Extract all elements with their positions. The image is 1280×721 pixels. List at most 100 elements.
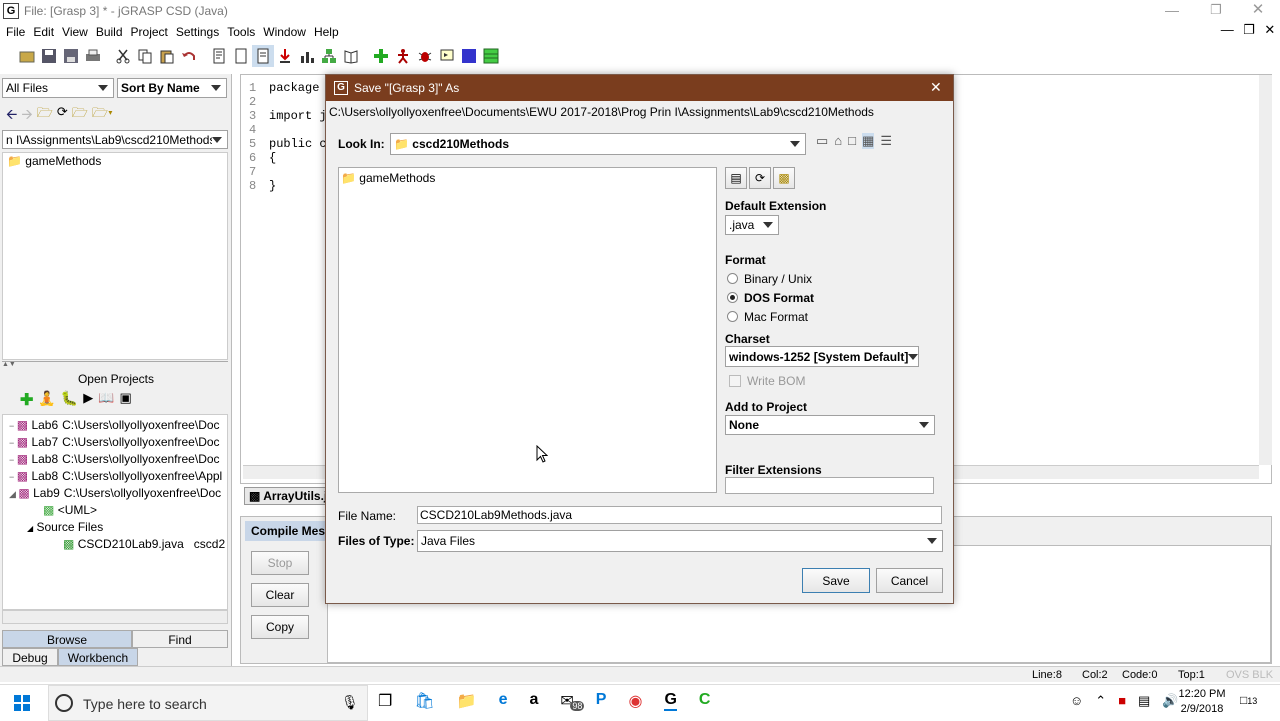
project-item[interactable]: − ▩ Lab6 C:\Users\ollyollyoxenfree\Doc — [3, 417, 227, 434]
clear-button[interactable]: Clear — [251, 583, 309, 607]
format-radio[interactable]: Mac Format — [727, 307, 814, 326]
file-list-item[interactable]: 📁 gameMethods — [341, 170, 716, 187]
remove-csd-icon[interactable] — [230, 45, 252, 67]
file-name-input[interactable] — [417, 506, 942, 524]
debug-project-icon[interactable]: 🐛 — [61, 390, 78, 410]
uml-icon[interactable] — [318, 45, 340, 67]
details-view-icon[interactable]: ☰ — [880, 133, 892, 149]
fold-icon[interactable] — [274, 45, 296, 67]
tab-browse[interactable]: Browse — [2, 630, 132, 648]
default-extension-select[interactable]: .java — [725, 215, 779, 235]
menu-item[interactable]: Tools — [223, 22, 259, 42]
dialog-close-icon[interactable]: ✕ — [930, 79, 942, 96]
tab-debug[interactable]: Debug — [2, 648, 58, 666]
menu-item[interactable]: Window — [259, 22, 310, 42]
charset-select[interactable]: windows-1252 [System Default] — [725, 346, 919, 367]
menu-item[interactable]: View — [58, 22, 92, 42]
code-text[interactable]: } — [269, 179, 276, 193]
inner-minimize-icon[interactable]: — — [1221, 22, 1234, 42]
inner-restore-icon[interactable]: ❐ — [1243, 22, 1255, 42]
paste-icon[interactable] — [156, 45, 178, 67]
folder-menu-icon[interactable]: 🗁▾ — [92, 104, 113, 128]
amazon-icon[interactable]: a — [529, 691, 538, 711]
restore-icon[interactable]: ❐ — [1204, 2, 1228, 20]
look-in-select[interactable]: 📁 cscd210Methods — [390, 133, 806, 155]
project-hscroll[interactable] — [2, 610, 228, 624]
file-filter-select[interactable]: All Files — [2, 78, 114, 98]
file-explorer-icon[interactable]: 📁 — [457, 691, 477, 711]
tab-compile-messages[interactable]: Compile Mess — [245, 521, 329, 541]
interactions-icon[interactable] — [436, 45, 458, 67]
tray-chevron-icon[interactable]: ⌃ — [1095, 693, 1106, 709]
minimize-icon[interactable]: — — [1160, 2, 1184, 20]
project-item[interactable]: − ▩ Lab7 C:\Users\ollyollyoxenfree\Doc — [3, 434, 227, 451]
canvas-icon[interactable] — [480, 45, 502, 67]
splitter[interactable]: ▲▼ — [2, 361, 228, 368]
source-file-item[interactable]: ▩ CSCD210Lab9.java cscd2 — [3, 536, 227, 553]
tree-item[interactable]: 📁 gameMethods — [3, 153, 227, 170]
windows-start-icon[interactable] — [14, 695, 30, 711]
debug-icon[interactable] — [414, 45, 436, 67]
uml-node[interactable]: ▩ <UML> — [3, 502, 227, 519]
jgrasp-taskbar-icon[interactable]: G — [664, 691, 677, 711]
menu-item[interactable]: File — [2, 22, 29, 42]
browse-path-select[interactable]: n I\Assignments\Lab9\cscd210Methods — [2, 130, 228, 149]
store-icon[interactable]: 🛍 — [414, 691, 434, 711]
copy-button[interactable]: Copy — [251, 615, 309, 639]
editor-vscroll[interactable] — [1259, 75, 1272, 465]
p-app-icon[interactable]: P — [596, 691, 607, 711]
edge-icon[interactable]: e — [499, 691, 508, 711]
inner-close-icon[interactable]: ✕ — [1264, 22, 1275, 42]
menu-item[interactable]: Build — [92, 22, 127, 42]
people-icon[interactable]: ☺ — [1070, 693, 1083, 709]
run-project-icon[interactable]: 🧘 — [38, 390, 55, 410]
save-button[interactable]: Save — [802, 568, 870, 593]
stop-button[interactable]: Stop — [251, 551, 309, 575]
save-all-icon[interactable] — [60, 45, 82, 67]
menu-item[interactable]: Help — [310, 22, 343, 42]
jar-icon[interactable]: ▣ — [119, 390, 131, 410]
book-icon[interactable] — [340, 45, 362, 67]
project-item[interactable]: ◢ ▩ Lab9 C:\Users\ollyollyoxenfree\Doc — [3, 485, 227, 502]
back-arrow-icon[interactable]: 🡨 — [6, 104, 17, 128]
new-folder-icon[interactable]: 🗁 — [72, 104, 88, 128]
code-text[interactable]: public c — [269, 137, 327, 151]
print-icon[interactable] — [82, 45, 104, 67]
project-item[interactable]: − ▩ Lab8 C:\Users\ollyollyoxenfree\Doc — [3, 451, 227, 468]
project-item[interactable]: − ▩ Lab8 C:\Users\ollyollyoxenfree\Appl — [3, 468, 227, 485]
menu-item[interactable]: Project — [127, 22, 172, 42]
add-project-select[interactable]: None — [725, 415, 935, 435]
new-folder-button-icon[interactable]: ▩ — [773, 167, 795, 189]
code-text[interactable]: package — [269, 81, 319, 95]
undo-icon[interactable] — [178, 45, 200, 67]
search-box[interactable]: Type here to search 🎙 — [48, 685, 368, 721]
run-icon[interactable] — [392, 45, 414, 67]
microphone-icon[interactable]: 🎙 — [341, 694, 359, 711]
cancel-button[interactable]: Cancel — [876, 568, 943, 593]
viewer-icon[interactable] — [458, 45, 480, 67]
tab-find[interactable]: Find — [132, 630, 228, 648]
filter-extensions-input[interactable] — [725, 477, 934, 494]
code-text[interactable]: { — [269, 151, 276, 165]
copy-icon[interactable] — [134, 45, 156, 67]
editor-tab[interactable]: ▩ ArrayUtils.j — [244, 487, 332, 505]
close-icon[interactable]: ✕ — [1246, 0, 1270, 20]
compile-icon[interactable] — [370, 45, 392, 67]
browse-icon[interactable] — [252, 45, 274, 67]
save-icon[interactable] — [38, 45, 60, 67]
print-list-icon[interactable]: ▤ — [725, 167, 747, 189]
tab-workbench[interactable]: Workbench — [58, 648, 138, 666]
code-text[interactable]: import j — [269, 109, 327, 123]
add-project-icon[interactable]: ✚ — [20, 390, 33, 410]
network-icon[interactable]: ▤ — [1138, 693, 1150, 709]
up-one-level-icon[interactable]: ▭ — [816, 133, 828, 149]
refresh-icon[interactable]: ⟳ — [57, 104, 68, 128]
list-view-icon[interactable]: ▦ — [862, 133, 875, 149]
interact-icon[interactable]: ▶ — [83, 390, 93, 410]
tray-app-icon[interactable]: ■ — [1118, 693, 1126, 709]
doc-icon[interactable]: 📖 — [98, 390, 114, 410]
up-folder-icon[interactable]: 🗁 — [37, 104, 53, 128]
open-icon[interactable] — [16, 45, 38, 67]
home-icon[interactable]: ⌂ — [834, 133, 842, 149]
generate-csd-icon[interactable] — [208, 45, 230, 67]
